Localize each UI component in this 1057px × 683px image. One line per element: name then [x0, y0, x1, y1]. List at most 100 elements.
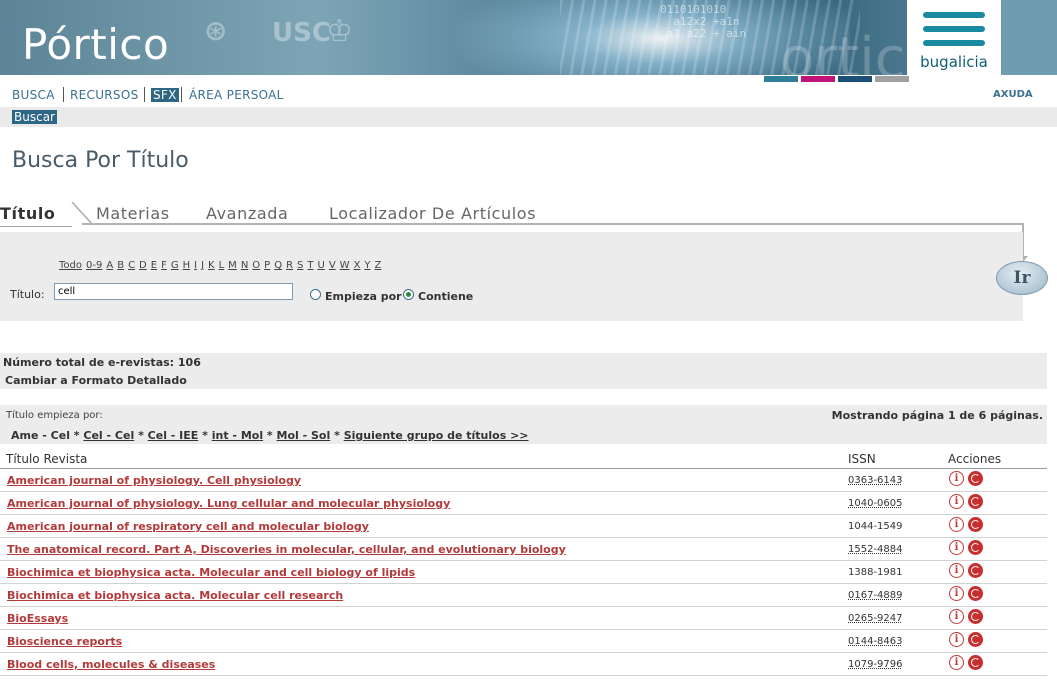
contains-label[interactable]: Contiene — [418, 290, 473, 303]
info-icon[interactable]: i — [949, 471, 964, 486]
sfx-icon[interactable] — [968, 494, 983, 509]
range-link[interactable]: Cel - Cel — [83, 429, 134, 442]
letter-filter-link[interactable]: U — [318, 260, 325, 271]
issn-value[interactable]: 1552-4884 — [848, 544, 903, 555]
letter-filter-link[interactable]: B — [117, 260, 124, 271]
tab-localizador[interactable]: Localizador De Artículos — [329, 204, 536, 223]
letter-filter-link[interactable]: O — [252, 260, 260, 271]
letter-filter-link[interactable]: F — [161, 260, 167, 271]
nav-recursos[interactable]: RECURSOS — [70, 88, 139, 102]
page-info: Mostrando página 1 de 6 páginas. — [831, 409, 1043, 422]
sfx-icon[interactable] — [968, 655, 983, 670]
letter-filter-link[interactable]: H — [183, 260, 191, 271]
detailed-format-link[interactable]: Cambiar a Formato Detallado — [5, 374, 187, 387]
sfx-icon[interactable] — [968, 609, 983, 624]
tab-bar-line — [82, 223, 1024, 225]
letter-filter-link[interactable]: I — [194, 260, 197, 271]
sfx-icon[interactable] — [968, 563, 983, 578]
letter-filter-link[interactable]: M — [228, 260, 237, 271]
info-icon[interactable]: i — [949, 655, 964, 670]
journal-title-link[interactable]: BioEssays — [7, 612, 68, 625]
info-icon[interactable]: i — [949, 494, 964, 509]
journal-title-link[interactable]: American journal of physiology. Lung cel… — [7, 497, 450, 510]
sub-navigation: Buscar — [0, 107, 1057, 127]
journal-title-link[interactable]: Biochimica et biophysica acta. Molecular… — [7, 566, 415, 579]
bugalicia-logo[interactable]: bugalicia — [907, 0, 1001, 75]
journal-title-link[interactable]: American journal of respiratory cell and… — [7, 520, 369, 533]
table-row: Biochimica et biophysica acta. Molecular… — [0, 561, 1047, 584]
contains-radio[interactable] — [403, 289, 414, 300]
issn-value[interactable]: 0167-4889 — [848, 590, 903, 601]
info-icon[interactable]: i — [949, 632, 964, 647]
letter-filter-link[interactable]: Y — [364, 260, 370, 271]
journal-title-link[interactable]: Bioscience reports — [7, 635, 122, 648]
letter-filter-link[interactable]: E — [151, 260, 157, 271]
info-icon[interactable]: i — [949, 517, 964, 532]
letter-filter-link[interactable]: Todo — [59, 260, 82, 271]
range-link[interactable]: Mol - Sol — [277, 429, 331, 442]
table-row: BioEssays 0265-9247 i — [0, 607, 1047, 630]
portico-logo[interactable]: Pórtico — [22, 20, 169, 69]
help-link[interactable]: AXUDA — [993, 89, 1033, 100]
journal-title-link[interactable]: Blood cells, molecules & diseases — [7, 658, 215, 671]
letter-filter-link[interactable]: P — [264, 260, 270, 271]
table-row: The anatomical record. Part A, Discoveri… — [0, 538, 1047, 561]
tab-materias[interactable]: Materias — [96, 204, 170, 223]
column-issn: ISSN — [848, 452, 876, 466]
tab-avanzada[interactable]: Avanzada — [206, 204, 288, 223]
go-button[interactable]: Ir — [996, 261, 1048, 295]
info-icon[interactable]: i — [949, 540, 964, 555]
letter-filter-link[interactable]: S — [297, 260, 303, 271]
sfx-icon[interactable] — [968, 586, 983, 601]
nav-separator — [63, 87, 64, 102]
issn-value[interactable]: 0363-6143 — [848, 475, 903, 486]
letter-filter-link[interactable]: G — [171, 260, 179, 271]
journal-title-link[interactable]: Biochimica et biophysica acta. Molecular… — [7, 589, 343, 602]
letter-filter-link[interactable]: K — [208, 260, 215, 271]
letter-filter-link[interactable]: 0-9 — [86, 260, 102, 271]
issn-value[interactable]: 0265-9247 — [848, 613, 903, 624]
journal-title-link[interactable]: American journal of physiology. Cell phy… — [7, 474, 301, 487]
issn-value: 1388-1981 — [848, 567, 903, 578]
letter-filter-link[interactable]: C — [128, 260, 135, 271]
letter-filter-link[interactable]: D — [139, 260, 147, 271]
letter-filter-link[interactable]: J — [201, 260, 204, 271]
letter-filter-link[interactable]: Z — [375, 260, 382, 271]
title-search-input[interactable] — [54, 283, 293, 300]
issn-value[interactable]: 0144-8463 — [848, 636, 903, 647]
tab-titulo[interactable]: Título — [0, 204, 56, 223]
letter-filter-link[interactable]: Q — [274, 260, 282, 271]
nav-sfx[interactable]: SFX — [151, 88, 179, 102]
letter-filter-link[interactable]: N — [241, 260, 248, 271]
letter-filter-link[interactable]: A — [106, 260, 113, 271]
current-range: Ame - Cel — [11, 429, 70, 442]
issn-value: 1044-1549 — [848, 521, 903, 532]
starts-with-radio[interactable] — [310, 289, 321, 300]
sfx-icon[interactable] — [968, 471, 983, 486]
letter-filter-link[interactable]: W — [340, 260, 350, 271]
journal-title-link[interactable]: The anatomical record. Part A, Discoveri… — [7, 543, 566, 556]
sfx-icon[interactable] — [968, 632, 983, 647]
letter-filter-link[interactable]: R — [286, 260, 293, 271]
info-icon[interactable]: i — [949, 609, 964, 624]
nav-area-persoal[interactable]: ÁREA PERSOAL — [189, 88, 284, 102]
nav-busca[interactable]: BUSCA — [12, 88, 55, 102]
letter-filter-link[interactable]: L — [219, 260, 225, 271]
letter-filter-link[interactable]: T — [307, 260, 313, 271]
sfx-icon[interactable] — [968, 517, 983, 532]
info-icon[interactable]: i — [949, 586, 964, 601]
color-bar — [801, 76, 835, 82]
next-group-link[interactable]: Siguiente grupo de títulos >> — [344, 429, 529, 442]
range-link[interactable]: int - Mol — [212, 429, 263, 442]
issn-value[interactable]: 1040-0605 — [848, 498, 903, 509]
letter-filter-link[interactable]: X — [354, 260, 361, 271]
range-link[interactable]: Cel - IEE — [148, 429, 199, 442]
issn-value[interactable]: 1079-9796 — [848, 659, 903, 670]
info-icon[interactable]: i — [949, 563, 964, 578]
subnav-buscar[interactable]: Buscar — [12, 110, 57, 124]
banner-right-fill — [1001, 0, 1057, 75]
letter-filter-link[interactable]: V — [329, 260, 336, 271]
sfx-icon[interactable] — [968, 540, 983, 555]
range-label: Título empieza por: — [6, 410, 103, 421]
starts-with-label[interactable]: Empieza por — [325, 290, 402, 303]
